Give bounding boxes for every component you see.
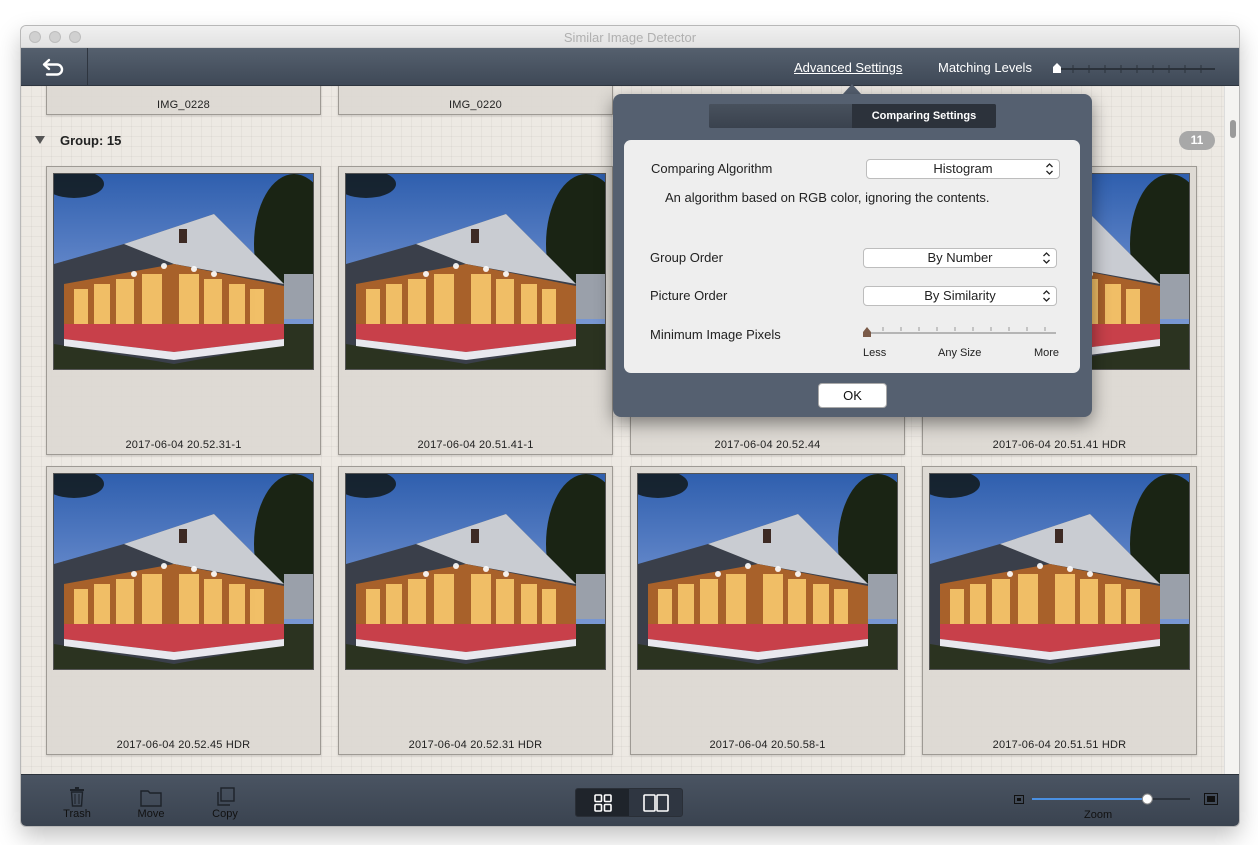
settings-tabstrip: Comparing Settings (709, 104, 996, 128)
image-caption: 2017-06-04 20.51.41-1 (417, 439, 534, 451)
grid-view-button[interactable] (576, 789, 629, 816)
matching-levels-slider[interactable] (1053, 63, 1216, 75)
slider-more-label: More (1033, 347, 1059, 359)
view-mode-toggle[interactable] (575, 788, 683, 817)
back-arrow-icon (42, 58, 64, 76)
image-thumbnail[interactable] (637, 473, 898, 670)
updown-chevron-icon (1043, 290, 1050, 302)
image-caption: 2017-06-04 20.52.44 (714, 439, 821, 451)
group-count-badge: 11 (1179, 131, 1215, 150)
min-image-pixels-knob[interactable] (863, 327, 871, 337)
comparing-settings-popover: Comparing Settings Comparing Algorithm H… (613, 94, 1092, 417)
group-order-select[interactable]: By Number (863, 248, 1057, 268)
image-thumbnail[interactable] (345, 473, 606, 670)
image-thumbnail[interactable] (53, 173, 314, 370)
scrollbar-thumb[interactable] (1230, 120, 1236, 138)
image-card[interactable]: 2017-06-04 20.51.41-1 (338, 166, 613, 455)
image-card[interactable]: IMG_0220 (338, 86, 613, 115)
tab-comparing-settings[interactable]: Comparing Settings (852, 104, 996, 128)
top-toolbar: Advanced Settings Matching Levels (21, 48, 1239, 86)
ok-button[interactable]: OK (818, 383, 887, 408)
min-image-pixels-slider[interactable] (863, 324, 1059, 340)
popover-arrow (843, 84, 861, 94)
group-disclosure-triangle[interactable] (35, 136, 45, 144)
settings-panel: Comparing Algorithm Histogram An algorit… (624, 140, 1080, 373)
image-card[interactable]: IMG_0228 (46, 86, 321, 115)
vertical-scrollbar[interactable] (1224, 86, 1239, 774)
settings-tab-blank[interactable] (709, 104, 852, 128)
folder-icon (140, 790, 162, 807)
image-caption: 2017-06-04 20.51.41 HDR (992, 439, 1127, 451)
small-image-icon[interactable] (1014, 795, 1024, 804)
image-card[interactable]: 2017-06-04 20.52.31-1 (46, 166, 321, 455)
image-card[interactable]: 2017-06-04 20.52.45 HDR (46, 466, 321, 755)
move-button[interactable]: Move (133, 787, 169, 820)
picture-order-select[interactable]: By Similarity (863, 286, 1057, 306)
group-order-label: Group Order (650, 250, 723, 265)
image-card[interactable]: 2017-06-04 20.51.51 HDR (922, 466, 1197, 755)
group-order-value: By Number (927, 250, 993, 265)
updown-chevron-icon (1043, 252, 1050, 264)
copy-label: Copy (212, 808, 238, 820)
move-label: Move (137, 808, 165, 820)
trash-button[interactable]: Trash (59, 787, 95, 820)
title-bar: Similar Image Detector (21, 26, 1239, 48)
bottom-toolbar: Trash Move Copy Zoom (21, 774, 1239, 826)
matching-levels-knob[interactable] (1053, 63, 1061, 73)
trash-label: Trash (63, 808, 91, 820)
copy-icon (217, 787, 235, 806)
compare-view-icon (642, 793, 669, 812)
large-image-icon[interactable] (1204, 793, 1218, 805)
zoom-slider[interactable] (1028, 792, 1194, 806)
image-thumbnail[interactable] (345, 173, 606, 370)
image-card[interactable]: 2017-06-04 20.52.31 HDR (338, 466, 613, 755)
copy-button[interactable]: Copy (207, 787, 243, 820)
comparing-algorithm-select[interactable]: Histogram (866, 159, 1060, 179)
image-caption: 2017-06-04 20.50.58-1 (709, 739, 826, 751)
trash-icon (70, 787, 84, 807)
image-caption: IMG_0220 (449, 99, 502, 111)
image-caption: 2017-06-04 20.52.45 HDR (116, 739, 251, 751)
image-card[interactable]: 2017-06-04 20.50.58-1 (630, 466, 905, 755)
advanced-settings-link[interactable]: Advanced Settings (794, 60, 902, 75)
compare-view-button[interactable] (629, 789, 682, 816)
algorithm-description: An algorithm based on RGB color, ignorin… (665, 190, 990, 205)
image-thumbnail[interactable] (53, 473, 314, 670)
image-caption: 2017-06-04 20.52.31 HDR (408, 739, 543, 751)
image-caption: 2017-06-04 20.51.51 HDR (992, 739, 1127, 751)
picture-order-value: By Similarity (924, 288, 996, 303)
slider-any-size-label: Any Size (938, 347, 982, 359)
slider-less-label: Less (863, 347, 887, 359)
matching-levels-label: Matching Levels (938, 60, 1032, 75)
picture-order-label: Picture Order (650, 288, 728, 303)
zoom-label: Zoom (1084, 809, 1113, 821)
grid-view-icon (593, 793, 612, 812)
min-image-pixels-label: Minimum Image Pixels (650, 327, 781, 342)
image-thumbnail[interactable] (929, 473, 1190, 670)
comparing-algorithm-label: Comparing Algorithm (651, 161, 773, 176)
comparing-algorithm-value: Histogram (933, 161, 993, 176)
zoom-control: Zoom (1014, 789, 1224, 825)
updown-chevron-icon (1046, 163, 1053, 175)
image-caption: IMG_0228 (157, 99, 210, 111)
back-button[interactable] (21, 48, 88, 86)
image-caption: 2017-06-04 20.52.31-1 (125, 439, 242, 451)
window-title: Similar Image Detector (563, 30, 697, 45)
group-label: Group: 15 (60, 133, 122, 148)
zoom-slider-knob[interactable] (1141, 793, 1153, 805)
